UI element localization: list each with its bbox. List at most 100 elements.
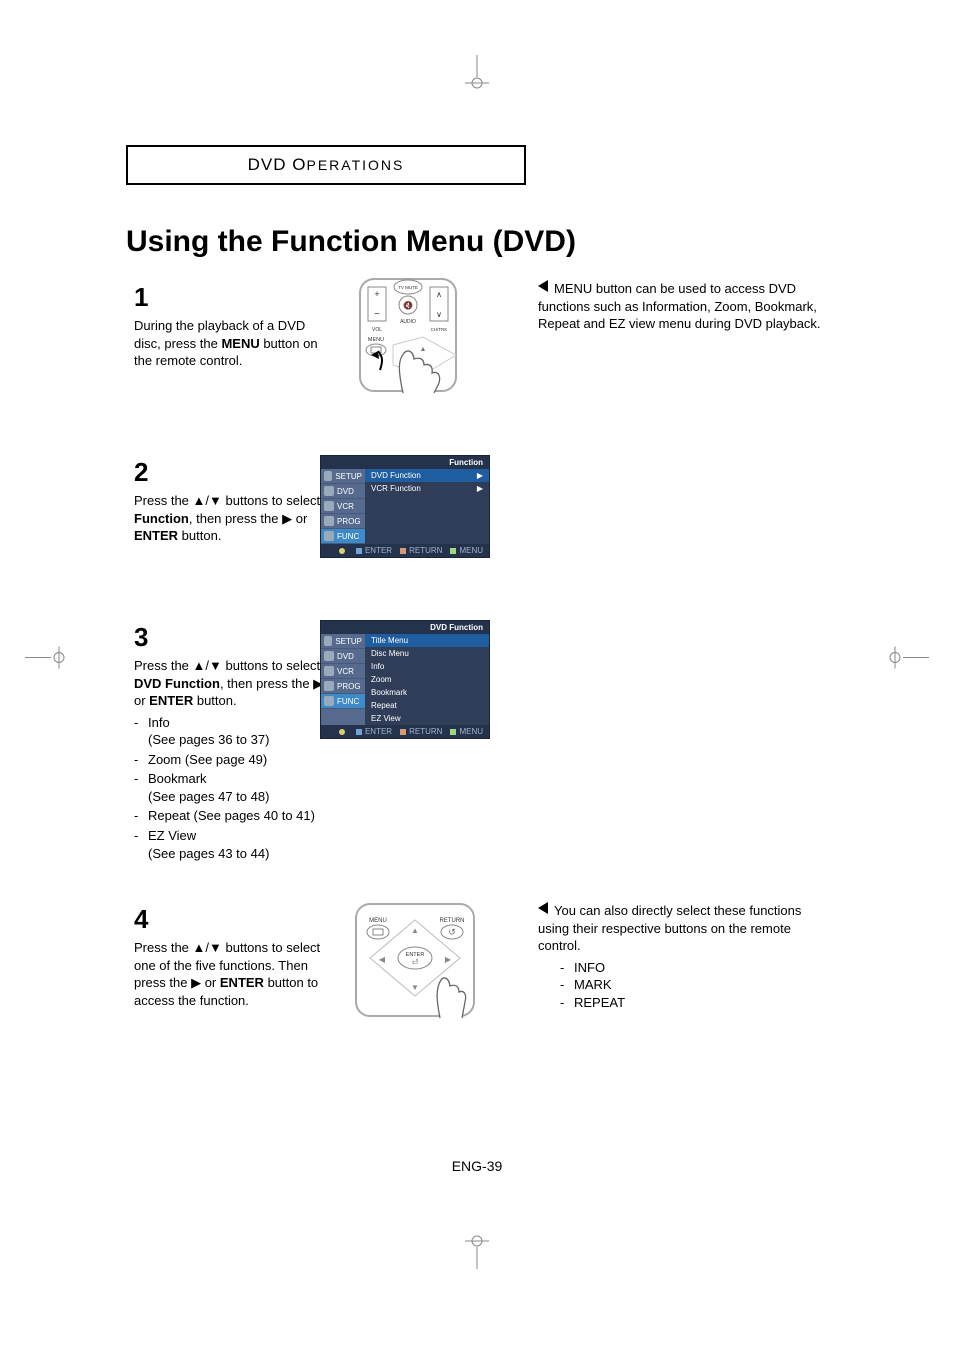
osd2-item-title-menu: Title Menu (365, 634, 489, 647)
note-2-text: You can also directly select these funct… (538, 903, 801, 953)
osd1-left-tabs: SETUP DVD VCR PROG FUNC (321, 469, 365, 544)
crop-mark-left (25, 643, 69, 678)
step-3-number: 3 (134, 620, 334, 655)
list-item: Zoom (See page 49) (134, 751, 334, 769)
step-1: 1 During the playback of a DVD disc, pre… (134, 280, 334, 370)
svg-text:◀: ◀ (379, 955, 386, 964)
osd-tab-prog: PROG (321, 514, 365, 529)
osd2-item-info: Info (365, 660, 489, 673)
svg-text:▲: ▲ (411, 926, 419, 935)
left-arrow-icon (538, 902, 548, 914)
step-2-number: 2 (134, 455, 324, 490)
step-3: 3 Press the ▲/▼ buttons to select DVD Fu… (134, 620, 334, 864)
list-item: Repeat (See pages 40 to 41) (134, 807, 334, 825)
step-1-text: During the playback of a DVD disc, press… (134, 317, 334, 370)
osd1-item-vcr-function: VCR Function▶ (365, 482, 489, 495)
osd-footer-enter: ENTER (356, 546, 392, 555)
osd-footer-move-icon (339, 727, 348, 736)
list-item: Bookmark(See pages 47 to 48) (134, 770, 334, 805)
osd-dvd-function-menu: DVD Function SETUP DVD VCR PROG FUNC Tit… (320, 620, 490, 739)
osd2-item-zoom: Zoom (365, 673, 489, 686)
list-item: MARK (560, 976, 828, 994)
osd-tab-setup: SETUP (321, 469, 365, 484)
svg-text:∨: ∨ (436, 310, 442, 319)
step-3-list: Info(See pages 36 to 37) Zoom (See page … (134, 714, 334, 862)
osd-tab-vcr: VCR (321, 664, 365, 679)
osd-tab-prog: PROG (321, 679, 365, 694)
dvd-icon (324, 651, 334, 661)
svg-text:CH/TRK: CH/TRK (431, 327, 448, 332)
page-number: ENG-39 (0, 1158, 954, 1174)
prog-icon (324, 516, 334, 526)
step-4-text: Press the ▲/▼ buttons to select one of t… (134, 939, 334, 1009)
osd-tab-dvd: DVD (321, 649, 365, 664)
step-3-text: Press the ▲/▼ buttons to select DVD Func… (134, 657, 334, 710)
step-2-text: Press the ▲/▼ buttons to select Function… (134, 492, 324, 545)
note-1: MENU button can be used to access DVD fu… (538, 280, 828, 333)
svg-text:RETURN: RETURN (440, 918, 465, 924)
osd-footer-return: RETURN (400, 727, 442, 736)
svg-text:VOL: VOL (372, 327, 382, 333)
remote-figure-2: MENU RETURN ↺ ENTER ⏎ ▲ ▼ ◀ ▶ (350, 898, 480, 1023)
prog-icon (324, 681, 334, 691)
osd2-footer: ENTER RETURN MENU (321, 725, 489, 738)
dvd-icon (324, 486, 334, 496)
list-item: Info(See pages 36 to 37) (134, 714, 334, 749)
osd2-header: DVD Function (321, 621, 489, 634)
osd2-right-list: Title Menu Disc Menu Info Zoom Bookmark … (365, 634, 489, 725)
svg-text:−: − (374, 309, 380, 320)
osd-footer-move-icon (339, 546, 348, 555)
svg-text:↺: ↺ (448, 927, 456, 937)
osd2-left-tabs: SETUP DVD VCR PROG FUNC (321, 634, 365, 725)
step-2: 2 Press the ▲/▼ buttons to select Functi… (134, 455, 324, 545)
osd-tab-vcr: VCR (321, 499, 365, 514)
list-item: EZ View(See pages 43 to 44) (134, 827, 334, 862)
svg-text:▲: ▲ (420, 346, 427, 353)
note-1-text: MENU button can be used to access DVD fu… (538, 281, 821, 331)
vcr-icon (324, 501, 334, 511)
list-item: INFO (560, 959, 828, 977)
osd-tab-func: FUNC (321, 694, 365, 709)
osd2-item-repeat: Repeat (365, 699, 489, 712)
section-header: DVD OPERATIONS (126, 145, 526, 185)
left-arrow-icon (538, 280, 548, 292)
svg-text:MENU: MENU (368, 337, 384, 343)
crop-mark-right (885, 643, 929, 678)
osd1-right-list: DVD Function▶ VCR Function▶ (365, 469, 489, 544)
page-title: Using the Function Menu (DVD) (126, 225, 576, 259)
osd1-header: Function (321, 456, 489, 469)
setup-icon (324, 636, 332, 646)
osd2-item-disc-menu: Disc Menu (365, 647, 489, 660)
note-2: You can also directly select these funct… (538, 902, 828, 1011)
step-4: 4 Press the ▲/▼ buttons to select one of… (134, 902, 334, 1009)
list-item: REPEAT (560, 994, 828, 1012)
osd-tab-dvd: DVD (321, 484, 365, 499)
osd1-item-dvd-function: DVD Function▶ (365, 469, 489, 482)
osd-function-menu: Function SETUP DVD VCR PROG FUNC DVD Fun… (320, 455, 490, 558)
svg-text:▶: ▶ (445, 955, 452, 964)
func-icon (324, 696, 334, 706)
osd-footer-enter: ENTER (356, 727, 392, 736)
osd2-item-ezview: EZ View (365, 712, 489, 725)
svg-text:▼: ▼ (411, 983, 419, 992)
svg-text:∧: ∧ (436, 290, 442, 299)
note-2-list: INFO MARK REPEAT (560, 959, 828, 1012)
osd-footer-return: RETURN (400, 546, 442, 555)
crop-mark-top (447, 55, 507, 94)
func-icon (324, 531, 334, 541)
osd-footer-menu: MENU (450, 727, 483, 736)
svg-text:AUDIO: AUDIO (400, 319, 416, 325)
svg-text:MENU: MENU (369, 918, 387, 924)
svg-text:🔇: 🔇 (403, 300, 413, 310)
crop-mark-bottom (447, 1235, 507, 1274)
osd2-item-bookmark: Bookmark (365, 686, 489, 699)
step-4-number: 4 (134, 902, 334, 937)
osd1-footer: ENTER RETURN MENU (321, 544, 489, 557)
osd-footer-menu: MENU (450, 546, 483, 555)
section-header-text: DVD OPERATIONS (248, 155, 405, 175)
remote-figure-1: + − VOL TV MUTE 🔇 AUDIO ∧ ∨ CH/TRK MENU … (338, 275, 478, 395)
osd-tab-func: FUNC (321, 529, 365, 544)
setup-icon (324, 471, 332, 481)
osd-tab-setup: SETUP (321, 634, 365, 649)
vcr-icon (324, 666, 334, 676)
